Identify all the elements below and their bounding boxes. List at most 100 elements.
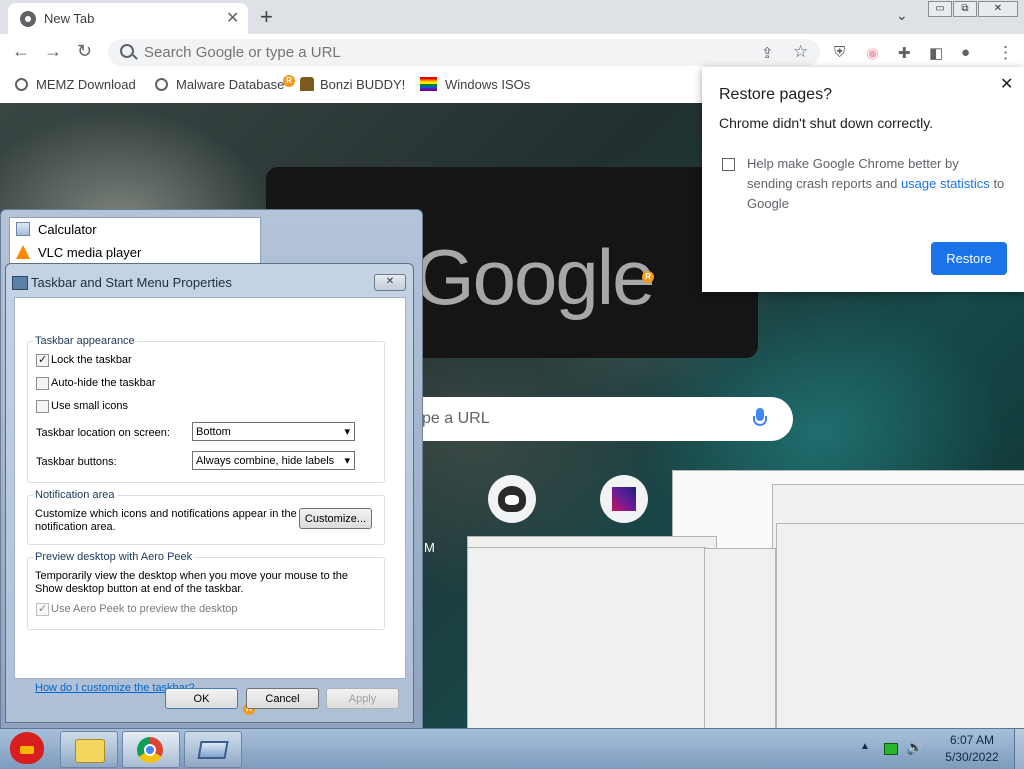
rainbow-flag-icon bbox=[420, 77, 437, 91]
blank-window bbox=[776, 523, 1024, 730]
taskbar-location-select[interactable]: Bottom bbox=[192, 422, 355, 442]
bookmark-star-icon[interactable]: ☆ bbox=[793, 42, 808, 62]
group-label: Notification area bbox=[33, 489, 117, 501]
network-icon[interactable] bbox=[884, 743, 898, 755]
share-icon[interactable]: ⇪ bbox=[761, 44, 774, 62]
profile-icon[interactable]: ● bbox=[961, 44, 970, 61]
aero-peek-label: Use Aero Peek to preview the desktop bbox=[51, 603, 238, 615]
explorer-icon bbox=[75, 739, 105, 763]
taskbar-properties-icon bbox=[12, 276, 28, 290]
menu-icon[interactable]: ⋮ bbox=[997, 43, 1014, 63]
show-desktop-button[interactable] bbox=[1014, 729, 1024, 769]
restore-button[interactable]: Restore bbox=[931, 242, 1007, 275]
customize-button[interactable]: Customize... bbox=[299, 508, 372, 529]
calculator-icon bbox=[16, 222, 30, 236]
blank-window bbox=[467, 547, 706, 730]
close-icon[interactable]: ✕ bbox=[1000, 74, 1013, 94]
tab-strip: New Tab ✕ + ⌄ ▭ ⧉ ✕ bbox=[0, 0, 1024, 34]
bookmark-bonzi[interactable]: Bonzi BUDDY! bbox=[300, 77, 405, 92]
omnibox-input[interactable] bbox=[142, 43, 706, 62]
usage-statistics-link[interactable]: usage statistics bbox=[901, 176, 990, 191]
cursor-badge-icon: R bbox=[642, 271, 654, 283]
auto-hide-checkbox[interactable] bbox=[36, 377, 49, 390]
close-window-button[interactable]: ✕ bbox=[978, 1, 1018, 17]
globe-icon bbox=[15, 78, 28, 91]
bonzi-icon bbox=[300, 77, 314, 91]
ntp-search-placeholder: pe a URL bbox=[422, 410, 490, 427]
vlc-icon bbox=[16, 245, 30, 259]
extensions-puzzle-icon[interactable]: ✚ bbox=[898, 44, 911, 62]
window-icon bbox=[197, 741, 229, 759]
lock-taskbar-checkbox[interactable] bbox=[36, 353, 49, 367]
blank-window bbox=[704, 548, 776, 730]
bookmark-memz[interactable]: MEMZ Download bbox=[15, 77, 136, 92]
tab-close-icon[interactable]: ✕ bbox=[226, 8, 239, 28]
taskbar-window-button[interactable] bbox=[184, 731, 242, 768]
shortcut-tile[interactable] bbox=[488, 475, 536, 523]
taskbar-properties-dialog: Taskbar and Start Menu Properties ✕ Task… bbox=[5, 263, 414, 723]
minimize-button[interactable]: ▭ bbox=[928, 1, 952, 17]
clock-date[interactable]: 5/30/2022 bbox=[936, 750, 1008, 764]
tab-title: New Tab bbox=[44, 11, 95, 26]
flag-extension-icon[interactable]: ◉ bbox=[866, 44, 879, 62]
group-label: Taskbar appearance bbox=[33, 335, 137, 347]
start-menu-program-list: Calculator VLC media player bbox=[9, 217, 261, 269]
side-panel-icon[interactable]: ◧ bbox=[929, 44, 943, 62]
shortcut-tile[interactable] bbox=[600, 475, 648, 523]
group-label: Preview desktop with Aero Peek bbox=[33, 551, 195, 563]
ntp-search-box[interactable]: pe a URL bbox=[418, 397, 793, 441]
omnibox[interactable] bbox=[108, 39, 820, 66]
lock-taskbar-label: Lock the taskbar bbox=[51, 354, 132, 366]
notification-area-text: Customize which icons and notifications … bbox=[35, 508, 297, 533]
bookmark-malware-database[interactable]: Malware Database bbox=[155, 77, 284, 92]
chrome-favicon-icon bbox=[20, 11, 36, 27]
microphone-icon[interactable] bbox=[753, 408, 767, 426]
crash-reports-checkbox[interactable] bbox=[722, 158, 735, 171]
restore-pages-popup: Restore pages? ✕ Chrome didn't shut down… bbox=[702, 67, 1024, 292]
aero-peek-text: Temporarily view the desktop when you mo… bbox=[35, 570, 349, 595]
ok-button[interactable]: OK bbox=[165, 688, 238, 709]
shortcut-label: M bbox=[424, 540, 435, 555]
dialog-title: Taskbar and Start Menu Properties bbox=[31, 275, 232, 290]
dialog-close-button[interactable]: ✕ bbox=[374, 274, 406, 291]
popup-message: Chrome didn't shut down correctly. bbox=[719, 115, 934, 131]
crash-reports-label: Help make Google Chrome better by sendin… bbox=[747, 154, 1007, 214]
dialog-body: Taskbar appearance Lock the taskbar Auto… bbox=[14, 297, 406, 715]
new-tab-button[interactable]: + bbox=[260, 4, 273, 30]
cancel-button[interactable]: Cancel bbox=[246, 688, 319, 709]
taskbar-buttons-label: Taskbar buttons: bbox=[36, 456, 117, 468]
cursor-badge-icon: R bbox=[283, 75, 295, 87]
start-item-label: Calculator bbox=[38, 222, 97, 237]
bookmark-windows-isos[interactable]: Windows ISOs bbox=[420, 77, 530, 92]
start-item-label: VLC media player bbox=[38, 245, 142, 260]
bookmark-label: Malware Database bbox=[176, 77, 285, 92]
show-hidden-icons-button[interactable]: ▲ bbox=[860, 741, 870, 752]
apply-button[interactable]: Apply bbox=[326, 688, 399, 709]
small-icons-checkbox[interactable] bbox=[36, 400, 49, 413]
start-button[interactable] bbox=[4, 729, 46, 769]
volume-icon[interactable]: 🔊 bbox=[906, 739, 923, 756]
taskbar: ▲ 🔊 6:07 AM 5/30/2022 bbox=[0, 728, 1024, 769]
small-icons-label: Use small icons bbox=[51, 400, 129, 412]
restore-window-button[interactable]: ⧉ bbox=[953, 1, 977, 17]
aero-peek-checkbox[interactable] bbox=[36, 602, 49, 616]
tab-search-button[interactable]: ⌄ bbox=[896, 7, 908, 24]
taskbar-location-label: Taskbar location on screen: bbox=[36, 427, 170, 439]
globe-icon bbox=[155, 78, 168, 91]
google-logo: Google bbox=[414, 233, 656, 321]
taskbar-chrome-button[interactable] bbox=[122, 731, 180, 768]
taskbar-buttons-select[interactable]: Always combine, hide labels bbox=[192, 451, 355, 471]
bookmark-label: Windows ISOs bbox=[445, 77, 531, 92]
taskbar-explorer-button[interactable] bbox=[60, 731, 118, 768]
back-button[interactable]: ← bbox=[12, 41, 30, 62]
start-item-vlc[interactable]: VLC media player bbox=[16, 245, 141, 260]
search-icon bbox=[120, 44, 134, 58]
bookmark-label: MEMZ Download bbox=[36, 77, 136, 92]
clock-time[interactable]: 6:07 AM bbox=[944, 733, 1000, 747]
popup-title: Restore pages? bbox=[719, 86, 832, 103]
tab-new-tab[interactable]: New Tab ✕ bbox=[8, 3, 248, 34]
reload-button[interactable]: ↻ bbox=[77, 41, 92, 62]
start-item-calculator[interactable]: Calculator bbox=[16, 222, 97, 237]
ublock-icon[interactable]: ⛨ bbox=[834, 44, 845, 61]
forward-button[interactable]: → bbox=[44, 41, 62, 62]
